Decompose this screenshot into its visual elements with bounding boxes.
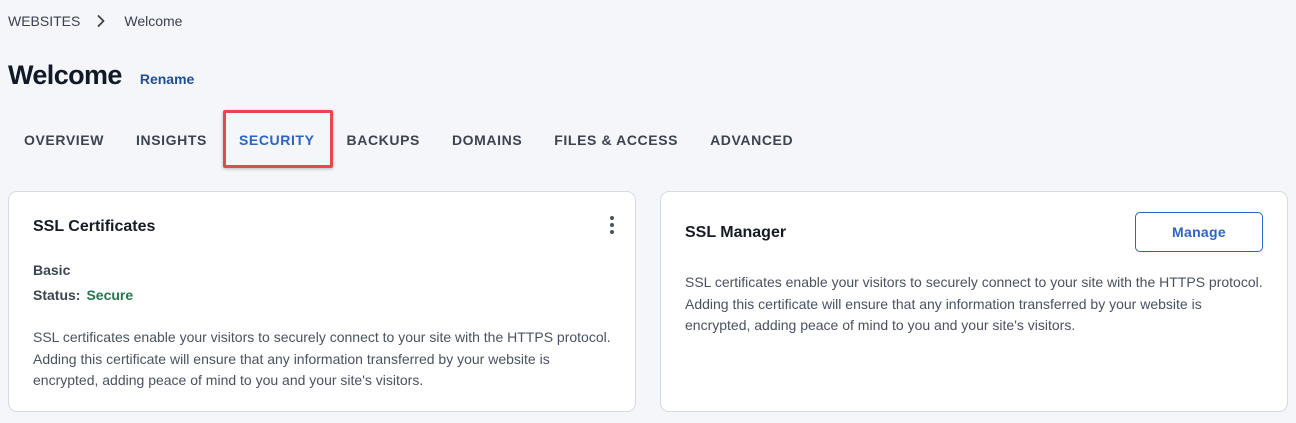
status-badge: Secure [86, 287, 134, 303]
ssl-certificates-description: SSL certificates enable your visitors to… [33, 329, 611, 388]
tab-domains[interactable]: DOMAINS [436, 122, 538, 158]
breadcrumb: WEBSITES Welcome [8, 13, 182, 29]
ssl-manager-description: SSL certificates enable your visitors to… [685, 274, 1263, 333]
breadcrumb-websites-link[interactable]: WEBSITES [8, 13, 80, 29]
ssl-certificates-title: SSL Certificates [33, 218, 156, 235]
manage-button[interactable]: Manage [1135, 212, 1263, 252]
tab-files-access[interactable]: FILES & ACCESS [538, 122, 694, 158]
ssl-certificates-card: SSL Certificates Basic Status: Secure SSL… [8, 191, 636, 412]
page-header: Welcome Rename [8, 60, 194, 91]
tab-advanced[interactable]: ADVANCED [694, 122, 809, 158]
ssl-status-label: Status: [33, 287, 81, 303]
ssl-plan: Basic [33, 262, 71, 278]
tab-insights[interactable]: INSIGHTS [120, 122, 223, 158]
more-vertical-icon[interactable] [607, 216, 617, 234]
breadcrumb-current: Welcome [124, 13, 183, 29]
ssl-manager-title: SSL Manager [685, 224, 787, 241]
tab-security[interactable]: SECURITY [223, 122, 331, 158]
tab-overview[interactable]: OVERVIEW [8, 122, 120, 158]
page-title: Welcome [8, 60, 122, 90]
ssl-status-row: Status: Secure [33, 287, 133, 303]
ssl-manager-card: SSL Manager Manage SSL certificates enab… [660, 191, 1288, 412]
tab-bar: OVERVIEW INSIGHTS SECURITY BACKUPS DOMAI… [8, 122, 809, 158]
tab-backups[interactable]: BACKUPS [331, 122, 436, 158]
rename-link[interactable]: Rename [140, 71, 194, 87]
chevron-right-icon [97, 14, 107, 28]
